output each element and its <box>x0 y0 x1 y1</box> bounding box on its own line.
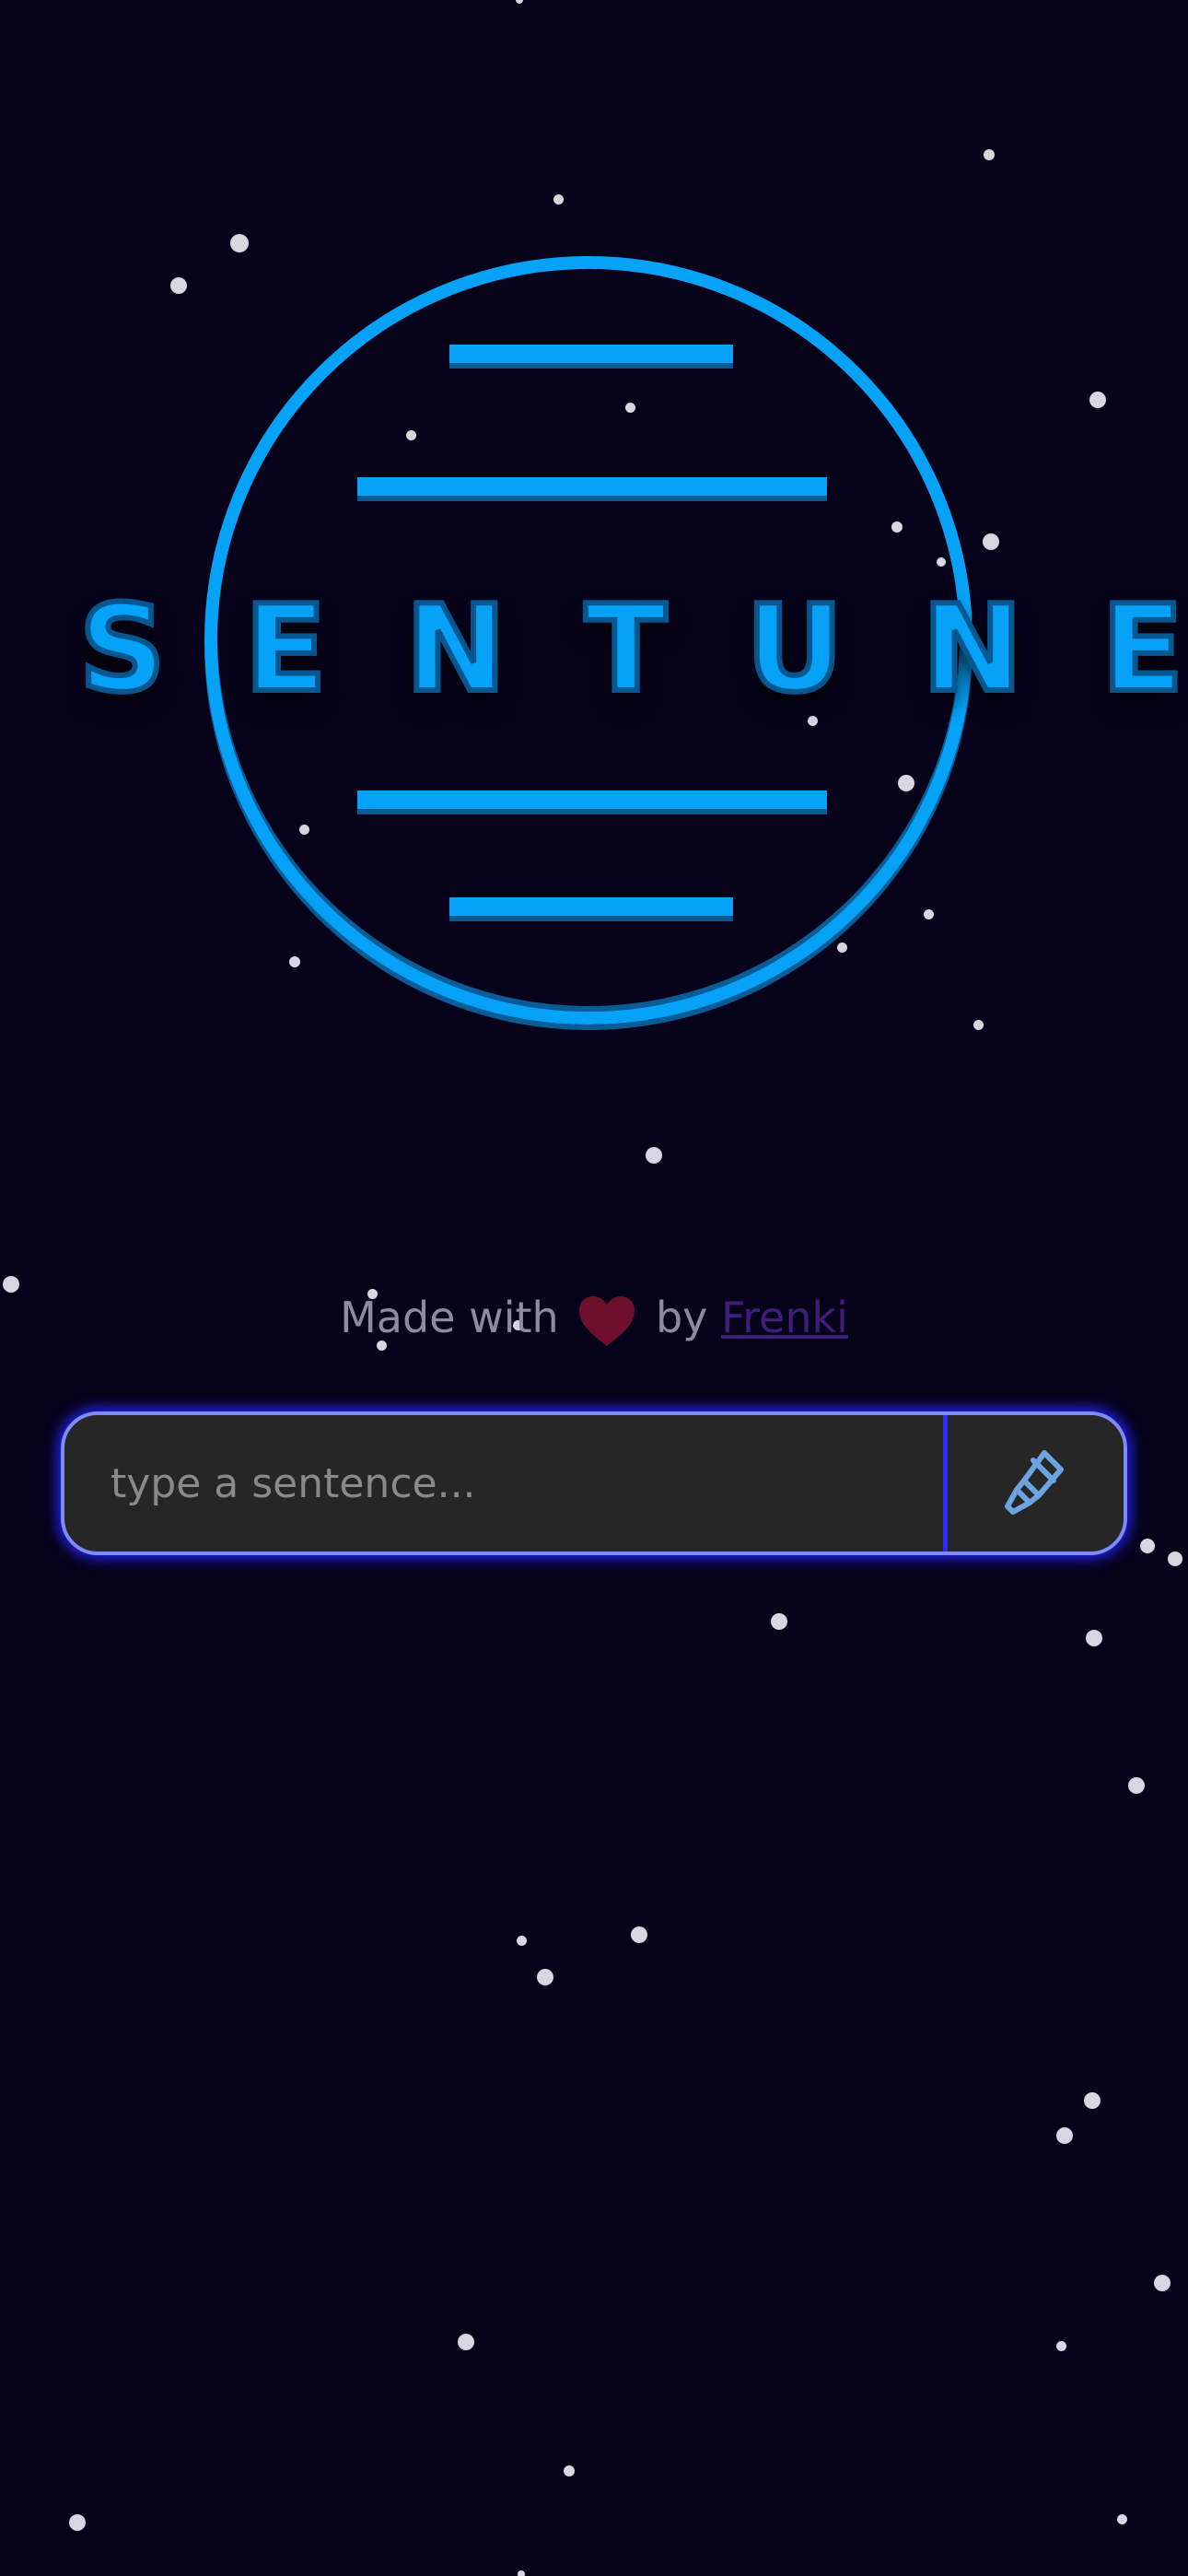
sentence-input[interactable] <box>64 1415 943 1551</box>
star <box>564 2465 575 2476</box>
star <box>631 1926 647 1943</box>
logo-text: SENTUNE <box>76 576 1188 721</box>
submit-button[interactable] <box>943 1415 1124 1551</box>
sentune-logo: SENTUNE <box>0 249 1188 1041</box>
logo-bar-upper <box>357 477 827 496</box>
paintbrush-icon <box>1004 1450 1064 1515</box>
star <box>1055 2340 1066 2351</box>
star <box>646 1147 662 1164</box>
star <box>771 1613 787 1630</box>
star <box>458 2334 474 2350</box>
star <box>1084 2092 1101 2109</box>
star <box>1116 2513 1127 2524</box>
logo-bar-bottom <box>449 897 733 916</box>
credit-middle: by <box>655 1293 708 1342</box>
star <box>518 2570 525 2576</box>
star <box>516 0 523 4</box>
star <box>69 2514 86 2531</box>
star <box>1086 1630 1102 1646</box>
sentence-form <box>61 1411 1127 1555</box>
credit-prefix: Made with <box>340 1293 559 1342</box>
star <box>516 1935 527 1946</box>
heart-icon <box>579 1295 635 1346</box>
star <box>553 193 564 205</box>
logo-bar-lower <box>357 790 827 809</box>
star <box>1128 1777 1145 1794</box>
credit-line: Made with by Frenki <box>0 1281 1188 1354</box>
app-screen: SENTUNE Made with by Frenki <box>0 0 1188 2576</box>
star <box>1140 1539 1155 1553</box>
star <box>1154 2275 1171 2291</box>
author-link[interactable]: Frenki <box>721 1293 848 1342</box>
star <box>1168 1551 1182 1566</box>
logo-bar-top <box>449 345 733 363</box>
star <box>537 1969 553 1985</box>
star <box>984 149 995 160</box>
star <box>1056 2127 1073 2144</box>
